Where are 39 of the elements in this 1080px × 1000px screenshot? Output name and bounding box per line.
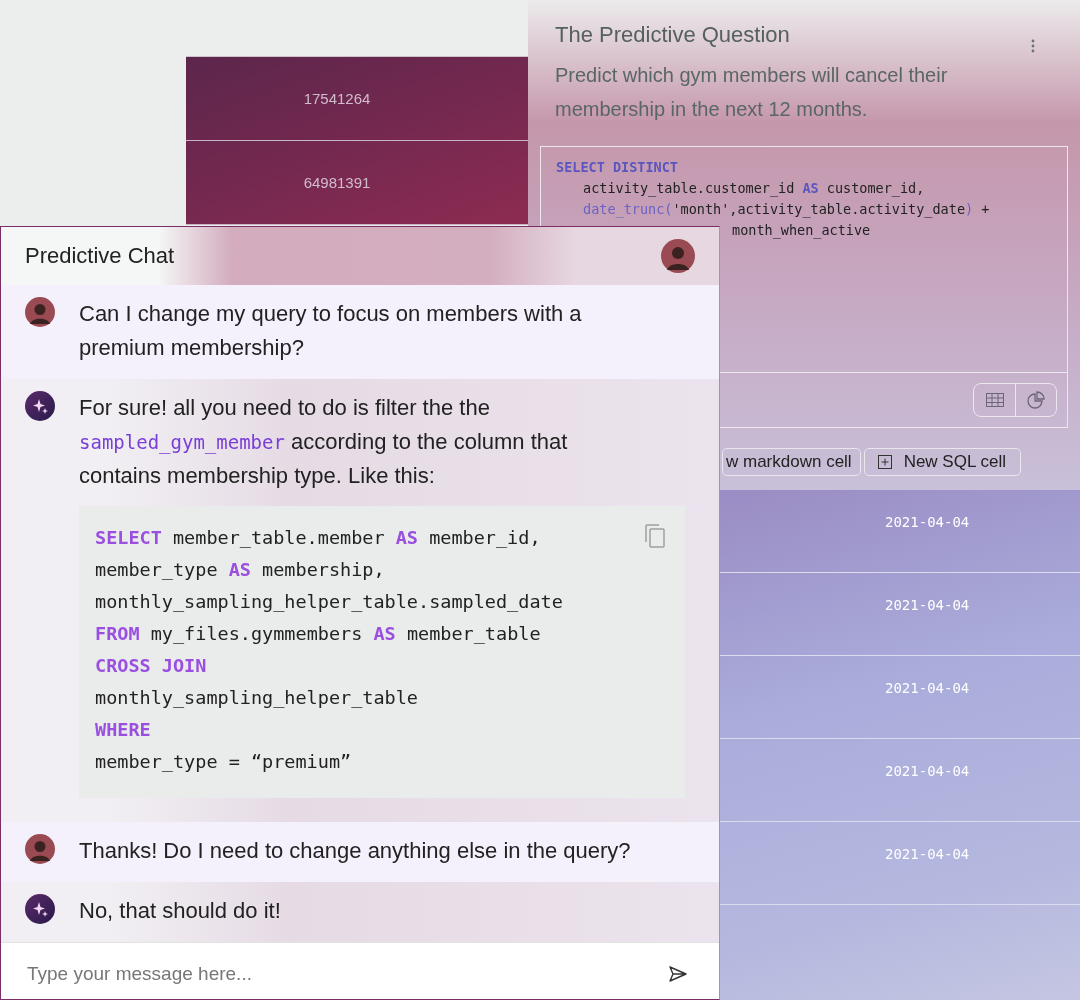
code-line: member_type AS membership, bbox=[95, 558, 385, 582]
question-description: Predict which gym members will cancel their membership in the next 12 months. bbox=[554, 63, 949, 122]
code-line: member_type = “premium” bbox=[95, 750, 352, 774]
message-text: For sure! all you need to do is filter the the sampled_gym_member according to the column that contains membership type. Like this: bbox=[79, 394, 569, 490]
message-input[interactable]: Type your message here... bbox=[25, 961, 659, 986]
new-markdown-cell-button[interactable]: w markdown cell bbox=[722, 448, 861, 476]
table-cell: 2021-04-04 bbox=[885, 763, 970, 779]
assistant-icon bbox=[25, 894, 55, 924]
question-title: The Predictive Question bbox=[555, 22, 790, 48]
more-icon[interactable] bbox=[1030, 38, 1036, 54]
grid-icon bbox=[985, 393, 1004, 407]
table-cell: 64981391 bbox=[303, 174, 371, 191]
message-text: Thanks! Do I need to change anything else in the query? bbox=[79, 837, 632, 865]
code-line: monthly_sampling_helper_table bbox=[95, 686, 418, 710]
pie-chart-icon bbox=[1027, 391, 1045, 409]
chat-title: Predictive Chat bbox=[25, 243, 175, 269]
code-line: SELECT member_table.member AS member_id, bbox=[95, 526, 541, 550]
send-icon[interactable] bbox=[669, 965, 687, 982]
assistant-icon bbox=[25, 391, 55, 421]
table-cell: 2021-04-04 bbox=[885, 846, 970, 862]
avatar-icon bbox=[25, 834, 55, 864]
table-cell: 2021-04-04 bbox=[885, 514, 970, 530]
code-line: date_trunc('month',activity_table.activity_date) + bbox=[582, 200, 991, 220]
table-cell: 17541264 bbox=[303, 90, 371, 107]
code-line: CROSS JOIN bbox=[95, 654, 207, 678]
new-sql-cell-button[interactable]: New SQL cell bbox=[863, 448, 1021, 476]
plus-icon bbox=[877, 455, 892, 469]
avatar-icon[interactable] bbox=[661, 239, 695, 273]
code-line: WHERE bbox=[95, 718, 151, 742]
avatar-icon bbox=[25, 297, 55, 327]
table-cell: 2021-04-04 bbox=[885, 597, 970, 613]
table-cell: 2021-04-04 bbox=[885, 680, 970, 696]
code-line: monthly_sampling_helper_table.sampled_date bbox=[95, 590, 563, 614]
code-line: activity_table.customer_id AS customer_id, bbox=[582, 179, 926, 199]
code-line: month_when_active bbox=[731, 221, 872, 241]
message-text: Can I change my query to focus on members with a premium membership? bbox=[79, 300, 583, 362]
message-text: No, that should do it! bbox=[79, 897, 282, 925]
code-line: SELECT DISTINCT bbox=[556, 158, 679, 177]
code-line: FROM my_files.gymmembers AS member_table bbox=[95, 622, 541, 646]
